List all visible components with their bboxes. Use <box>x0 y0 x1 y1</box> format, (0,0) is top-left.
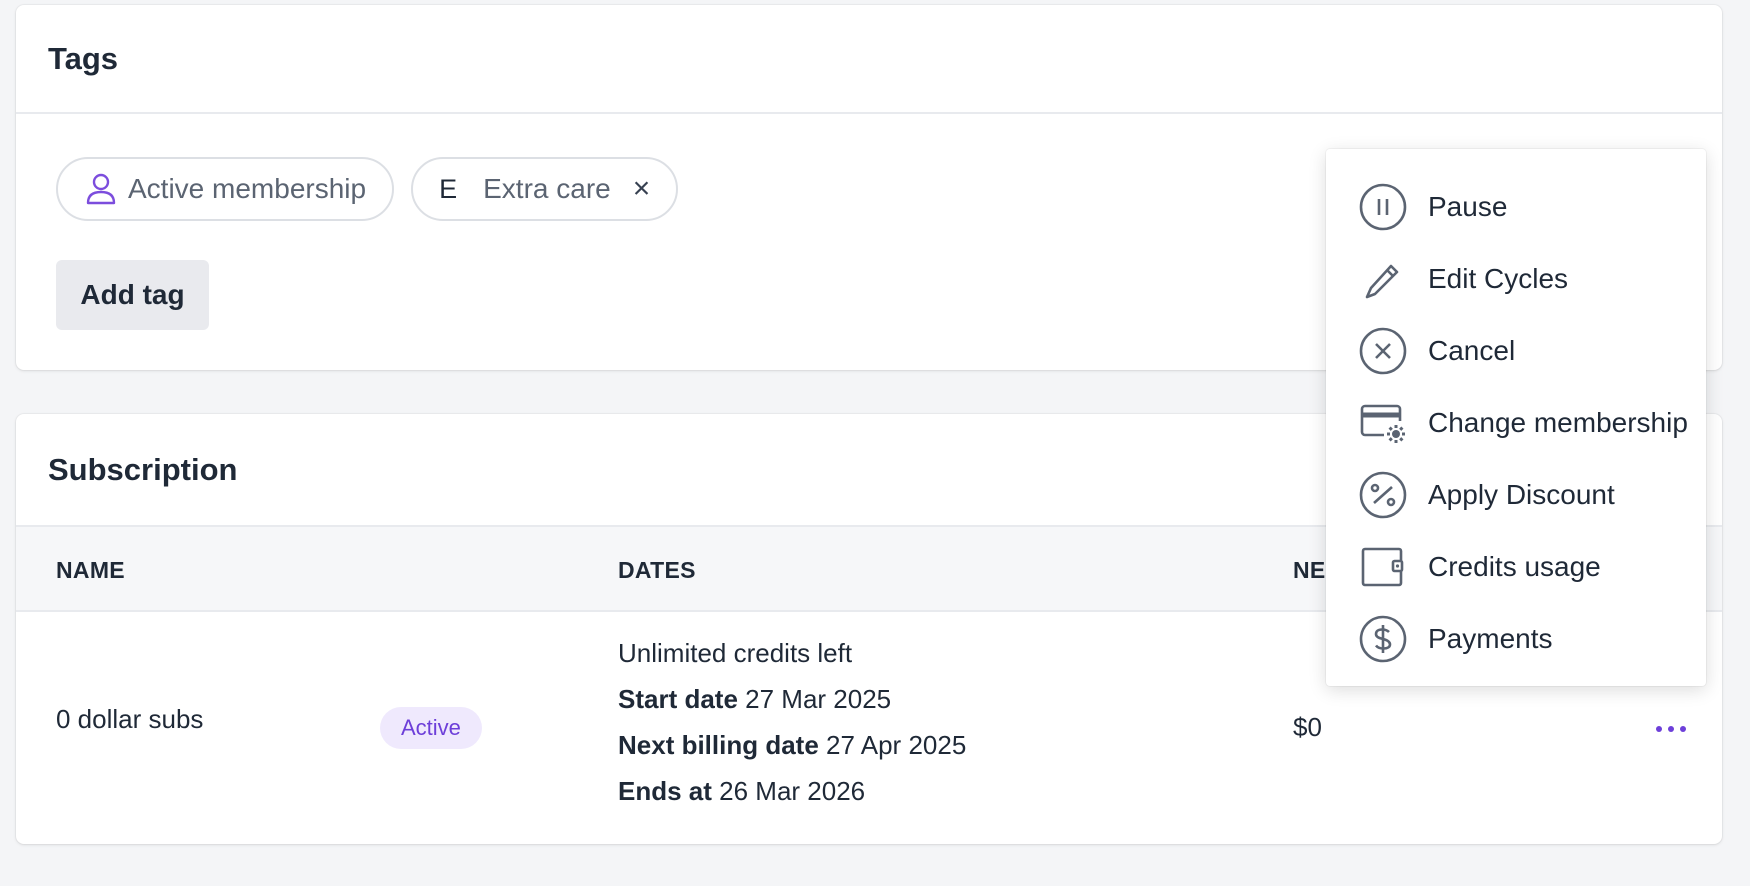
dollar-circle-icon <box>1358 614 1408 664</box>
start-date-label: Start date <box>618 684 738 714</box>
end-date: Ends at 26 Mar 2026 <box>618 776 865 807</box>
start-date: Start date 27 Mar 2025 <box>618 684 891 715</box>
menu-item-label: Apply Discount <box>1428 479 1615 510</box>
card-settings-icon <box>1358 398 1408 448</box>
menu-item-credits-usage[interactable]: Credits usage <box>1358 539 1698 595</box>
tags-title: Tags <box>16 5 1722 114</box>
menu-item-label: Credits usage <box>1428 551 1601 582</box>
subscription-name: 0 dollar subs <box>56 704 204 734</box>
menu-item-label: Payments <box>1428 623 1553 654</box>
menu-item-label: Change membership <box>1428 407 1688 438</box>
more-actions-icon[interactable] <box>1646 714 1696 744</box>
pause-circle-icon <box>1358 182 1408 232</box>
menu-item-label: Edit Cycles <box>1428 263 1569 294</box>
actions-menu: Pause Edit Cycles Cancel Change membersh… <box>1326 149 1706 686</box>
tag-list: Active membership E Extra care × <box>56 157 679 221</box>
percent-circle-icon <box>1358 470 1408 520</box>
menu-item-apply-discount[interactable]: Apply Discount <box>1358 467 1698 523</box>
column-header-name: NAME <box>56 557 125 583</box>
menu-item-cancel[interactable]: Cancel <box>1358 323 1698 379</box>
tag-label: Active membership <box>128 173 367 204</box>
column-header-next: NE <box>1293 557 1326 583</box>
start-date-value: 27 Mar 2025 <box>745 684 892 714</box>
tag-letter-avatar: E <box>439 173 458 204</box>
menu-item-pause[interactable]: Pause <box>1358 179 1698 235</box>
credits-left: Unlimited credits left <box>618 638 853 668</box>
menu-item-label: Pause <box>1428 191 1508 222</box>
user-icon <box>84 172 118 206</box>
menu-item-edit-cycles[interactable]: Edit Cycles <box>1358 251 1698 307</box>
menu-item-payments[interactable]: Payments <box>1358 611 1698 667</box>
next-billing-value: 27 Apr 2025 <box>826 730 967 760</box>
end-date-value: 26 Mar 2026 <box>719 776 866 806</box>
tag-chip-extra-care[interactable]: E Extra care × <box>411 157 679 221</box>
wallet-icon <box>1358 542 1408 592</box>
next-amount: $0 <box>1293 712 1322 742</box>
next-billing-label: Next billing date <box>618 730 819 760</box>
menu-item-label: Cancel <box>1428 335 1516 366</box>
column-header-dates: DATES <box>618 557 696 583</box>
x-circle-icon <box>1358 326 1408 376</box>
tag-chip-active-membership[interactable]: Active membership <box>56 157 395 221</box>
add-tag-button[interactable]: Add tag <box>56 260 209 330</box>
remove-tag-icon[interactable]: × <box>633 174 651 204</box>
menu-item-change-membership[interactable]: Change membership <box>1358 395 1698 451</box>
tag-label: Extra care <box>483 173 611 204</box>
status-badge: Active <box>380 707 482 749</box>
pencil-icon <box>1358 254 1408 304</box>
end-date-label: Ends at <box>618 776 712 806</box>
next-billing-date: Next billing date 27 Apr 2025 <box>618 730 966 761</box>
